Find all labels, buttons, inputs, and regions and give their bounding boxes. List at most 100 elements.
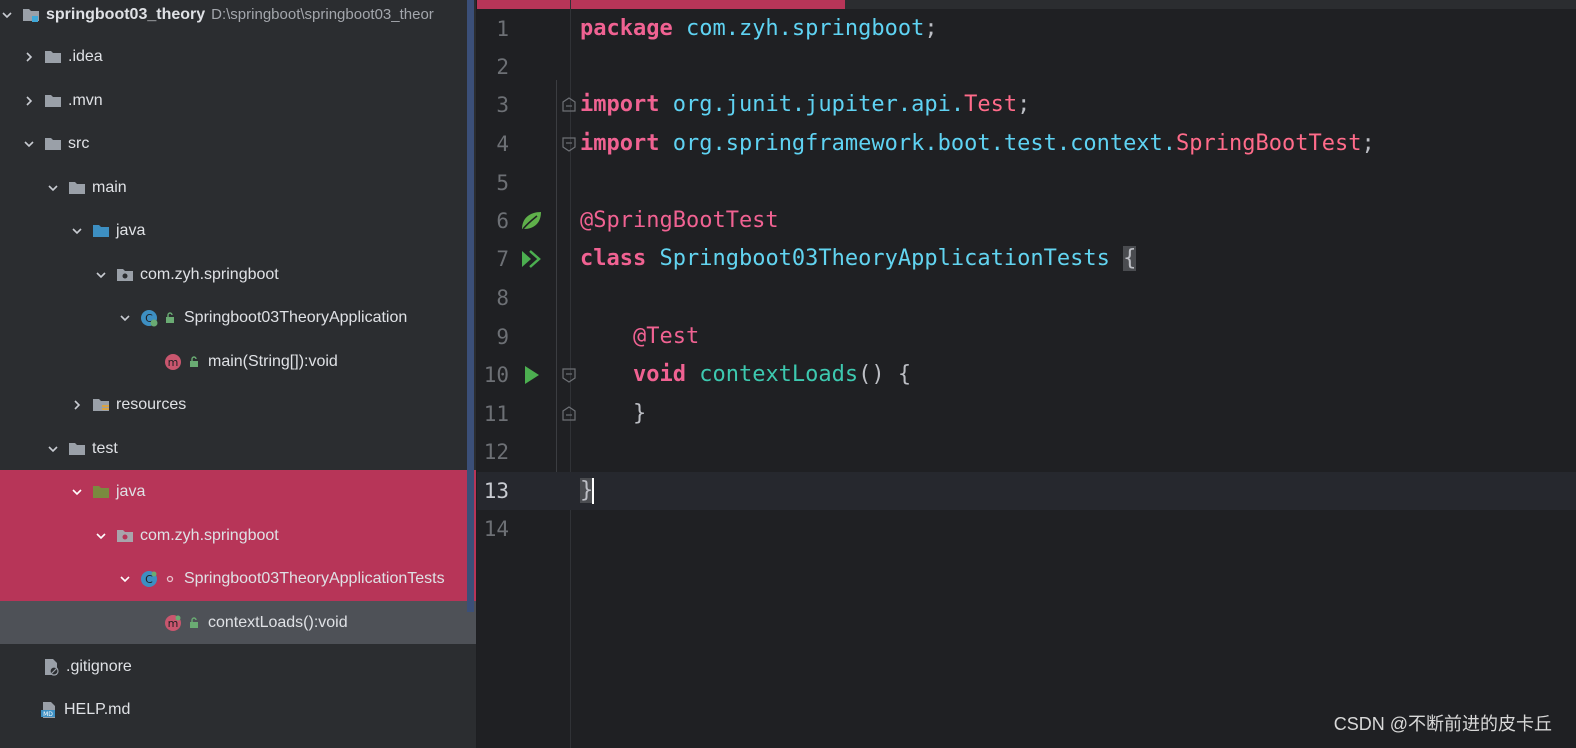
tree-item-resources[interactable]: resources	[0, 383, 476, 426]
package-name: org.junit.jupiter.api.	[659, 92, 965, 117]
fold-open-icon[interactable]	[561, 97, 577, 113]
svg-text:m: m	[168, 356, 179, 369]
code-line-6[interactable]: 6 @SpringBootTest	[477, 202, 1576, 240]
project-name: springboot03_theory	[46, 5, 206, 23]
tree-item-src[interactable]: src	[0, 122, 476, 165]
spring-leaf-icon[interactable]	[519, 209, 543, 233]
code-line-1[interactable]: 1 package com.zyh.springboot;	[477, 10, 1576, 48]
line-number: 1	[496, 17, 509, 41]
spring-boot-class-icon: C	[140, 309, 158, 327]
tree-item-contextloads-method[interactable]: m contextLoads():void	[0, 601, 476, 644]
line-number: 5	[496, 171, 509, 195]
test-source-folder-icon	[92, 483, 110, 501]
chevron-down-icon[interactable]	[94, 529, 108, 543]
run-all-tests-icon[interactable]	[519, 247, 543, 271]
tree-item-gitignore[interactable]: .gitignore	[0, 645, 476, 688]
keyword: void	[632, 362, 686, 387]
code-text: }	[580, 401, 647, 426]
imported-class: Test	[964, 92, 1018, 117]
tree-item-test-package[interactable]: com.zyh.springboot	[0, 514, 476, 558]
chevron-down-icon[interactable]	[70, 485, 84, 499]
public-access-icon	[190, 616, 198, 628]
code-line-7[interactable]: 7 class Springboot03TheoryApplicationTes…	[477, 240, 1576, 278]
tree-item-label: test	[92, 439, 118, 457]
chevron-down-icon[interactable]	[94, 268, 108, 282]
code-line-5[interactable]: 5	[477, 164, 1576, 202]
chevron-right-icon[interactable]	[70, 398, 84, 412]
code-line-4[interactable]: 4 import org.springframework.boot.test.c…	[477, 125, 1576, 163]
tree-item-label: .mvn	[68, 91, 103, 109]
chevron-right-icon[interactable]	[22, 50, 36, 64]
tree-item-label: .idea	[68, 47, 103, 65]
code-line-14[interactable]: 14	[477, 510, 1576, 548]
tree-item-label: Springboot03TheoryApplicationTests	[184, 570, 445, 587]
code-line-9[interactable]: 9 @Test	[477, 318, 1576, 356]
tree-item-main-java[interactable]: java	[0, 209, 476, 252]
punctuation: ;	[1361, 131, 1375, 156]
keyword: class	[580, 246, 647, 271]
tree-item-main-package[interactable]: com.zyh.springboot	[0, 253, 476, 296]
tree-item-label: resources	[116, 395, 187, 413]
code-line-10[interactable]: 10 void contextLoads() {	[477, 356, 1576, 394]
run-test-icon[interactable]	[519, 363, 543, 387]
chevron-down-icon[interactable]	[22, 137, 36, 151]
tree-item-idea[interactable]: .idea	[0, 35, 476, 78]
line-number: 2	[496, 55, 509, 79]
chevron-right-icon[interactable]	[22, 94, 36, 108]
tree-scrollbar[interactable]	[467, 0, 474, 612]
code-line-12[interactable]: 12	[477, 433, 1576, 471]
code-line-2[interactable]: 2	[477, 48, 1576, 86]
line-number: 10	[483, 363, 509, 387]
tree-item-label: main	[92, 178, 127, 196]
tree-root[interactable]: springboot03_theory D:\springboot\spring…	[0, 0, 476, 36]
code-editor[interactable]: 1 package com.zyh.springboot; 2 3 import…	[477, 0, 1576, 748]
method-icon: m	[164, 353, 182, 371]
markdown-file-icon: MD	[40, 701, 58, 719]
keyword: import	[580, 131, 660, 156]
tree-item-application-class[interactable]: C Springboot03TheoryApplication	[0, 296, 476, 339]
chevron-down-icon[interactable]	[118, 572, 132, 586]
folder-icon	[44, 48, 62, 66]
editor-tab-strip	[477, 0, 1576, 9]
fold-close-icon[interactable]	[561, 406, 577, 422]
code-line-11[interactable]: 11 }	[477, 395, 1576, 433]
tree-item-label: src	[68, 134, 90, 152]
tree-item-main[interactable]: main	[0, 166, 476, 209]
folder-icon	[44, 135, 62, 153]
ignore-file-icon	[42, 658, 60, 676]
tree-item-label: HELP.md	[64, 700, 131, 718]
code-line-8[interactable]: 8	[477, 279, 1576, 317]
tree-item-mvn[interactable]: .mvn	[0, 79, 476, 122]
chevron-down-icon[interactable]	[46, 442, 60, 456]
code-line-13[interactable]: 13 }	[477, 472, 1576, 510]
public-access-icon	[190, 355, 198, 367]
keyword: import	[580, 92, 660, 117]
annotation: @Test	[580, 324, 700, 349]
code-line-3[interactable]: 3 import org.junit.jupiter.api.Test;	[477, 86, 1576, 124]
tree-item-test-java[interactable]: java	[0, 470, 476, 514]
test-class-icon: C	[140, 570, 158, 588]
chevron-down-icon[interactable]	[46, 181, 60, 195]
package-private-icon	[166, 575, 174, 583]
tree-item-help-md[interactable]: MD HELP.md	[0, 688, 476, 731]
chevron-down-icon[interactable]	[0, 8, 14, 22]
line-number: 8	[496, 286, 509, 310]
chevron-down-icon[interactable]	[118, 311, 132, 325]
tree-item-tests-class[interactable]: C Springboot03TheoryApplicationTests	[0, 557, 476, 601]
tree-item-test[interactable]: test	[0, 427, 476, 470]
chevron-down-icon[interactable]	[70, 224, 84, 238]
fold-close-icon[interactable]	[561, 136, 577, 152]
active-tab-indicator[interactable]	[477, 0, 845, 9]
text-caret	[592, 478, 595, 504]
tree-item-main-method[interactable]: m main(String[]):void	[0, 340, 476, 383]
package-icon	[116, 527, 134, 545]
tree-item-label: contextLoads():void	[208, 613, 348, 631]
fold-open-icon[interactable]	[561, 367, 577, 383]
source-folder-icon	[92, 222, 110, 240]
line-number: 14	[483, 517, 509, 541]
tree-item-label: Springboot03TheoryApplication	[184, 308, 408, 326]
package-icon	[116, 266, 134, 284]
tree-item-label: java	[116, 221, 146, 239]
package-name: com.zyh.springboot	[672, 16, 925, 41]
